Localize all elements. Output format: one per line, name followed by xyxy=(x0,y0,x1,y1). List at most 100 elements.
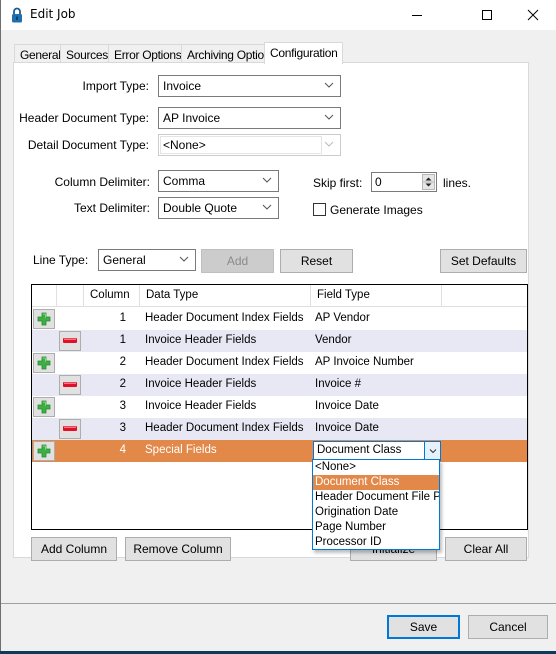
cell-data-type[interactable]: Invoice Header Fields xyxy=(145,334,256,346)
table-row[interactable]: 4 Special Fields Document Class xyxy=(32,440,527,462)
table-row[interactable]: 1 Header Document Index Fields AP Vendor xyxy=(32,308,527,330)
table-row[interactable]: 3 Invoice Header Fields Invoice Date xyxy=(32,396,527,418)
dropdown-option[interactable]: Processor ID xyxy=(313,535,439,550)
table-row[interactable]: 1 Invoice Header Fields Vendor xyxy=(32,330,527,352)
cell-data-type[interactable]: Invoice Header Fields xyxy=(145,378,256,390)
close-button[interactable] xyxy=(510,0,556,30)
chevron-down-icon xyxy=(429,449,436,454)
window-title: Edit Job xyxy=(30,7,76,21)
cell-field-type[interactable]: AP Invoice Number xyxy=(315,356,414,368)
dropdown-option[interactable]: Document Class xyxy=(313,475,439,490)
close-icon xyxy=(527,9,539,21)
header-document-type-label: Header Document Type: xyxy=(19,111,149,125)
cell-data-type[interactable]: Special Fields xyxy=(145,444,217,456)
remove-row-button[interactable] xyxy=(59,375,81,395)
cell-field-type[interactable]: Invoice Date xyxy=(315,422,379,434)
cell-column[interactable]: 3 xyxy=(84,422,126,434)
add-button[interactable]: Add xyxy=(201,249,274,273)
generate-images-checkbox[interactable] xyxy=(313,203,326,216)
add-row-button[interactable] xyxy=(33,441,55,461)
chevron-down-icon xyxy=(324,82,334,88)
skip-first-label: Skip first: xyxy=(313,176,363,190)
cell-data-type[interactable]: Header Document Index Fields xyxy=(145,312,304,324)
spin-buttons[interactable] xyxy=(422,174,435,190)
header-add-col xyxy=(32,285,57,307)
generate-images-label[interactable]: Generate Images xyxy=(330,203,423,217)
add-row-icon xyxy=(37,444,51,458)
detail-document-type-select[interactable]: <None> xyxy=(158,134,341,156)
import-type-label: Import Type: xyxy=(82,79,149,93)
header-document-type-value: AP Invoice xyxy=(163,111,221,125)
remove-row-button[interactable] xyxy=(59,419,81,439)
text-delimiter-value: Double Quote xyxy=(163,201,238,215)
skip-first-value: 0 xyxy=(375,175,382,189)
cell-column[interactable]: 1 xyxy=(84,312,126,324)
tab-configuration[interactable]: Configuration xyxy=(264,42,344,64)
minimize-icon xyxy=(412,15,422,16)
cell-column[interactable]: 3 xyxy=(84,400,126,412)
column-delimiter-value: Comma xyxy=(163,174,206,188)
column-mapping-grid[interactable]: Column Data Type Field Type 1 Header Docu… xyxy=(31,284,528,530)
import-type-select[interactable]: Invoice xyxy=(158,75,341,97)
add-row-button[interactable] xyxy=(33,309,55,329)
header-column[interactable]: Column xyxy=(84,285,140,307)
chevron-down-icon xyxy=(262,204,272,210)
cell-column[interactable]: 4 xyxy=(84,444,126,456)
spin-arrows-icon xyxy=(423,177,434,187)
header-field-type[interactable]: Field Type xyxy=(311,285,442,307)
add-row-icon xyxy=(37,312,51,326)
dropdown-option[interactable]: Origination Date xyxy=(313,505,439,520)
remove-row-icon xyxy=(63,338,77,343)
chevron-down-icon xyxy=(179,256,189,262)
tab-error-options[interactable]: Error Options xyxy=(108,44,188,63)
cell-column[interactable]: 1 xyxy=(84,334,126,346)
table-row[interactable]: 2 Header Document Index Fields AP Invoice … xyxy=(32,352,527,374)
cell-column[interactable]: 2 xyxy=(84,356,126,368)
skip-first-stepper[interactable]: 0 xyxy=(371,172,437,192)
dropdown-button[interactable] xyxy=(424,442,440,460)
dropdown-option[interactable]: Page Number xyxy=(313,520,439,535)
add-column-button[interactable]: Add Column xyxy=(31,537,117,561)
window-edge xyxy=(0,0,1,654)
column-delimiter-select[interactable]: Comma xyxy=(158,170,279,192)
text-delimiter-select[interactable]: Double Quote xyxy=(158,197,279,219)
cell-column[interactable]: 2 xyxy=(84,378,126,390)
minimize-button[interactable] xyxy=(394,0,440,30)
chevron-down-icon xyxy=(262,177,272,183)
maximize-button[interactable] xyxy=(464,0,510,30)
cell-field-type[interactable]: AP Vendor xyxy=(315,312,370,324)
save-button[interactable]: Save xyxy=(387,615,460,639)
cell-data-type[interactable]: Header Document Index Fields xyxy=(145,422,304,434)
chevron-down-icon xyxy=(324,141,334,147)
reset-button[interactable]: Reset xyxy=(280,249,353,273)
remove-row-button[interactable] xyxy=(59,331,81,351)
cancel-button[interactable]: Cancel xyxy=(468,615,548,639)
dropdown-option[interactable]: Header Document File Pa xyxy=(313,490,439,505)
lock-icon xyxy=(12,7,22,23)
cell-field-type[interactable]: Invoice Date xyxy=(315,400,379,412)
header-data-type[interactable]: Data Type xyxy=(140,285,311,307)
line-type-value: General xyxy=(103,253,146,267)
cell-field-type[interactable]: Vendor xyxy=(315,334,351,346)
title-bar[interactable]: Edit Job xyxy=(1,0,556,30)
line-type-select[interactable]: General xyxy=(98,249,196,271)
cell-data-type[interactable]: Header Document Index Fields xyxy=(145,356,304,368)
table-row[interactable]: 2 Invoice Header Fields Invoice # xyxy=(32,374,527,396)
cell-data-type[interactable]: Invoice Header Fields xyxy=(145,400,256,412)
add-row-icon xyxy=(37,356,51,370)
dropdown-option[interactable]: <None> xyxy=(313,460,439,475)
remove-row-icon xyxy=(63,426,77,431)
add-row-button[interactable] xyxy=(33,397,55,417)
field-type-dropdown-list[interactable]: <None> Document Class Header Document File… xyxy=(312,459,440,550)
remove-column-button[interactable]: Remove Column xyxy=(125,537,231,561)
cell-field-type[interactable]: Invoice # xyxy=(315,378,361,390)
add-row-button[interactable] xyxy=(33,353,55,373)
table-row[interactable]: 3 Header Document Index Fields Invoice Dat… xyxy=(32,418,527,440)
field-type-cell-select[interactable]: Document Class xyxy=(313,441,441,461)
tab-sources[interactable]: Sources xyxy=(60,44,114,63)
header-document-type-select[interactable]: AP Invoice xyxy=(158,107,341,129)
skip-lines-suffix: lines. xyxy=(443,176,472,190)
tab-general[interactable]: General xyxy=(14,44,67,63)
set-defaults-button[interactable]: Set Defaults xyxy=(440,249,527,273)
clear-all-button[interactable]: Clear All xyxy=(445,537,527,561)
